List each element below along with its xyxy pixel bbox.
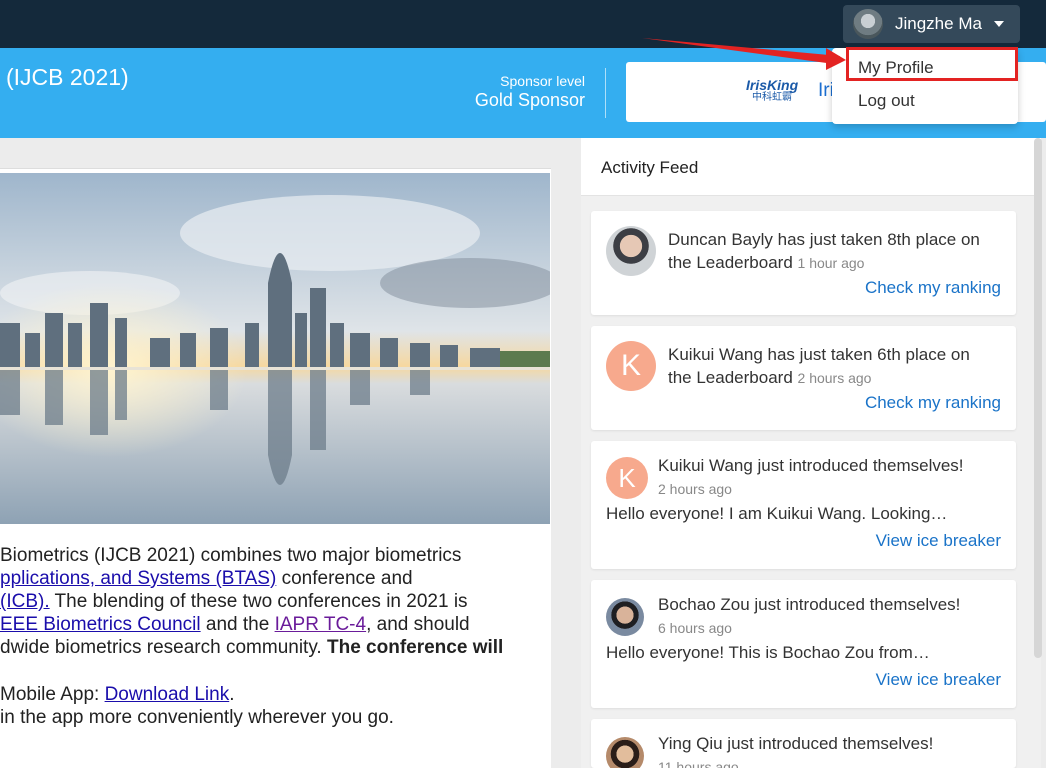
avatar[interactable] (606, 737, 644, 768)
desc-bold-text: The conference will (326, 637, 504, 658)
desc-line: Biometrics (IJCB 2021) combines two majo… (0, 544, 548, 567)
avatar[interactable]: K (606, 341, 656, 391)
sponsor-logo-text: IrisKing (746, 77, 799, 93)
highlight-box (846, 47, 1018, 81)
desc-text: The blending of these two conferences in… (49, 591, 468, 612)
feed-item-title: Kuikui Wang just introduced themselves! (658, 456, 964, 475)
feed-item-title: Bochao Zou just introduced themselves! (658, 595, 961, 614)
desc-line: EEE Biometrics Council and the IAPR TC-4… (0, 613, 548, 636)
sponsor-level: Sponsor level Gold Sponsor (475, 73, 585, 111)
feed-item-text: Duncan Bayly has just taken 8th place on… (668, 228, 980, 275)
feed-item-text: Kuikui Wang has just taken 6th place on … (668, 343, 970, 390)
desc-text: Mobile App: (0, 684, 105, 705)
user-menu-button[interactable]: Jingzhe Ma (843, 5, 1020, 43)
desc-line: Mobile App: Download Link. (0, 683, 548, 706)
feed-item: Duncan Bayly has just taken 8th place on… (591, 211, 1016, 315)
desc-text: dwide biometrics research community. (0, 637, 327, 658)
feed-item-time: 1 hour ago (797, 255, 865, 271)
feed-item-subtitle: the Leaderboard (668, 253, 793, 272)
feed-scrollbar[interactable] (1034, 138, 1042, 658)
sponsor-logo: IrisKing 中科虹霸 (746, 78, 804, 106)
desc-line: dwide biometrics research community. The… (0, 636, 548, 659)
feed-item-time: 2 hours ago (658, 481, 732, 497)
desc-text: Biometrics (IJCB 2021) combines two majo… (0, 545, 462, 566)
feed-item-text: Kuikui Wang just introduced themselves! … (658, 454, 964, 501)
user-name: Jingzhe Ma (895, 14, 982, 33)
main-content-card: Biometrics (IJCB 2021) combines two majo… (0, 168, 551, 768)
check-ranking-link[interactable]: Check my ranking (865, 393, 1001, 413)
download-link[interactable]: Download Link (105, 684, 230, 705)
btas-link[interactable]: pplications, and Systems (BTAS) (0, 568, 276, 589)
activity-feed: Activity Feed Duncan Bayly has just take… (581, 138, 1041, 768)
desc-text: and the (200, 614, 275, 635)
avatar[interactable]: K (606, 457, 648, 499)
desc-text: conference and (276, 568, 413, 589)
feed-item-title: Ying Qiu just introduced themselves! (658, 734, 934, 753)
top-navbar: Jingzhe Ma (0, 0, 1046, 48)
feed-item-time: 11 hours ago (658, 759, 739, 768)
city-skyline-image (0, 173, 550, 524)
desc-line: in the app more conveniently wherever yo… (0, 706, 548, 729)
feed-item-title: Duncan Bayly has just taken 8th place on (668, 230, 980, 249)
sponsor-divider (605, 68, 606, 118)
feed-item-subtitle: the Leaderboard (668, 368, 793, 387)
feed-item: Bochao Zou just introduced themselves! 6… (591, 580, 1016, 708)
feed-item-text: Bochao Zou just introduced themselves! 6… (658, 593, 960, 640)
desc-text: . (229, 684, 235, 705)
icb-link[interactable]: (ICB). (0, 591, 50, 612)
feed-item: K Kuikui Wang just introduced themselves… (591, 441, 1016, 569)
avatar[interactable] (606, 226, 656, 276)
activity-feed-title: Activity Feed (601, 158, 699, 177)
feed-item: K Kuikui Wang has just taken 6th place o… (591, 326, 1016, 430)
iapr-tc4-link[interactable]: IAPR TC-4 (275, 614, 367, 635)
sponsor-level-label: Sponsor level (500, 73, 585, 89)
view-ice-breaker-link[interactable]: View ice breaker (876, 531, 1001, 551)
caret-down-icon (993, 21, 1004, 27)
biometrics-council-link[interactable]: EEE Biometrics Council (0, 614, 201, 635)
activity-feed-header: Activity Feed (581, 138, 1041, 196)
sponsor-logo-subtext: 中科虹霸 (752, 92, 792, 103)
view-ice-breaker-link[interactable]: View ice breaker (876, 670, 1001, 690)
feed-item-time: 6 hours ago (658, 620, 732, 636)
conference-title: (IJCB 2021) (6, 64, 129, 90)
feed-item-text: Ying Qiu just introduced themselves! 11 … (658, 732, 933, 768)
avatar[interactable] (606, 598, 644, 636)
log-out-menu-item[interactable]: Log out (858, 91, 915, 111)
user-avatar (853, 9, 883, 39)
feed-item-time: 2 hours ago (797, 370, 872, 386)
desc-text: , and should (366, 614, 470, 635)
conference-description: Biometrics (IJCB 2021) combines two majo… (0, 544, 548, 729)
feed-item: Ying Qiu just introduced themselves! 11 … (591, 719, 1016, 768)
feed-item-body: Hello everyone! This is Bochao Zou from… (606, 643, 930, 662)
desc-line: (ICB). The blending of these two confere… (0, 590, 548, 613)
sponsor-level-value: Gold Sponsor (474, 90, 585, 110)
feed-item-title: Kuikui Wang has just taken 6th place on (668, 345, 970, 364)
feed-item-body: Hello everyone! I am Kuikui Wang. Lookin… (606, 504, 948, 523)
desc-text: in the app more conveniently wherever yo… (0, 707, 394, 728)
check-ranking-link[interactable]: Check my ranking (865, 278, 1001, 298)
desc-line: pplications, and Systems (BTAS) conferen… (0, 567, 548, 590)
